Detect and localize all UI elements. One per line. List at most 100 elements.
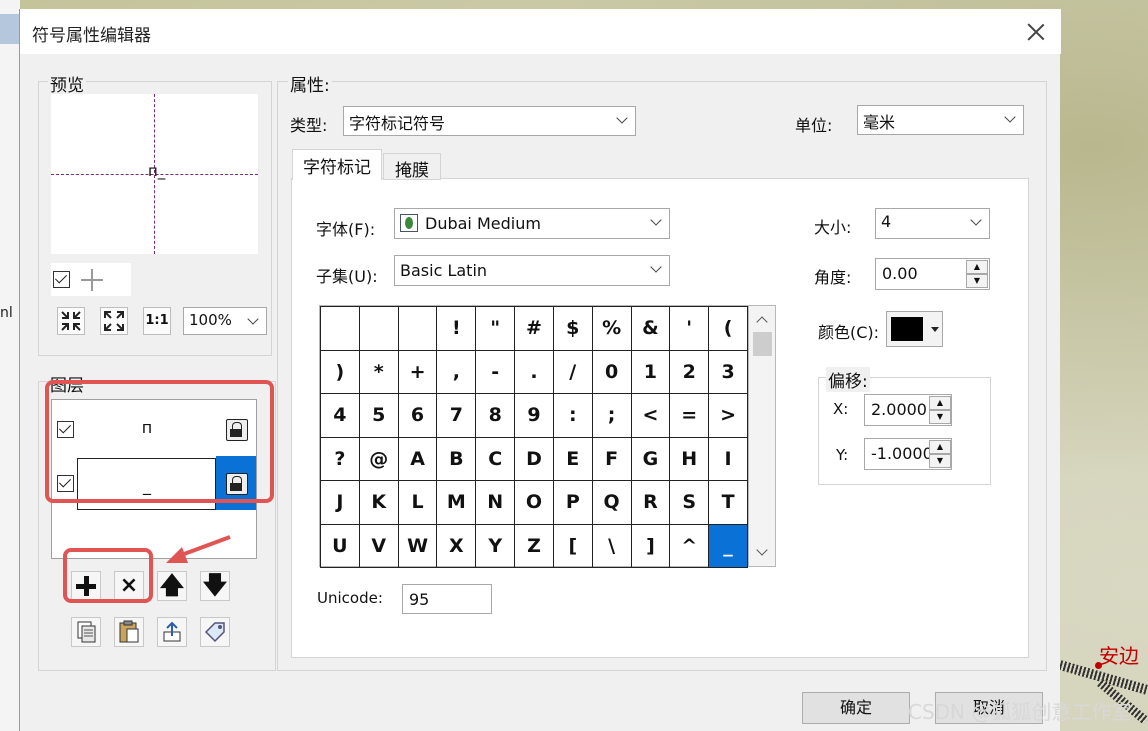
plus-icon[interactable]	[81, 269, 103, 291]
show-crosshair-checkbox[interactable]	[53, 271, 70, 288]
char-cell[interactable]: #	[514, 306, 554, 351]
offset-x-spinner[interactable]: ▲ ▼	[929, 396, 951, 426]
char-cell[interactable]: C	[475, 436, 516, 481]
char-cell[interactable]: 2	[669, 349, 710, 394]
char-cell[interactable]: 9	[514, 393, 554, 438]
char-cell[interactable]: R	[630, 480, 671, 525]
char-cell[interactable]: ;	[591, 393, 632, 438]
char-cell[interactable]: I	[708, 436, 748, 481]
char-cell[interactable]: K	[358, 480, 399, 525]
zoom-in-button[interactable]	[57, 307, 85, 335]
char-cell[interactable]: D	[514, 436, 554, 481]
subset-dropdown[interactable]: Basic Latin	[394, 255, 670, 286]
offset-y-field[interactable]: -1.0000 ▲ ▼	[864, 438, 952, 470]
angle-field[interactable]: 0.00 ▲ ▼	[875, 258, 990, 290]
offset-y-spinner[interactable]: ▲ ▼	[929, 440, 951, 470]
char-cell[interactable]: @	[358, 436, 399, 481]
char-cell[interactable]: \	[591, 523, 632, 568]
char-cell[interactable]: B	[436, 436, 477, 481]
char-cell[interactable]: O	[514, 480, 554, 525]
char-cell[interactable]: 8	[475, 393, 516, 438]
char-cell[interactable]: P	[552, 480, 593, 525]
char-cell[interactable]: +	[397, 349, 438, 394]
unicode-field[interactable]: 95	[402, 584, 492, 614]
char-cell[interactable]: E	[552, 436, 593, 481]
char-cell[interactable]: T	[708, 480, 748, 525]
char-cell[interactable]: W	[397, 523, 438, 568]
char-cell[interactable]: -	[475, 349, 516, 394]
char-cell[interactable]: &	[630, 306, 671, 351]
char-cell[interactable]	[397, 306, 438, 351]
char-cell[interactable]: S	[669, 480, 710, 525]
char-cell[interactable]: J	[320, 480, 360, 525]
tab-mask[interactable]: 掩膜	[383, 153, 441, 181]
spin-up-icon[interactable]: ▲	[929, 440, 951, 454]
char-cell[interactable]: 4	[320, 393, 360, 438]
char-cell[interactable]: :	[552, 393, 593, 438]
paste-icon[interactable]	[114, 617, 144, 647]
char-cell[interactable]: 7	[436, 393, 477, 438]
font-dropdown[interactable]: Dubai Medium	[394, 208, 670, 239]
scroll-down-icon[interactable]	[756, 544, 768, 556]
one-to-one-button[interactable]: 1:1	[143, 307, 171, 335]
char-cell[interactable]: U	[320, 523, 360, 568]
char-cell[interactable]: >	[708, 393, 748, 438]
type-dropdown[interactable]: 字符标记符号	[343, 106, 636, 136]
char-cell[interactable]: '	[669, 306, 710, 351]
char-cell[interactable]: A	[397, 436, 438, 481]
char-cell[interactable]: V	[358, 523, 399, 568]
color-picker-button[interactable]	[886, 311, 943, 347]
char-cell[interactable]: )	[320, 349, 360, 394]
size-dropdown[interactable]: 4	[875, 208, 990, 239]
unit-dropdown[interactable]: 毫米	[857, 105, 1024, 135]
move-up-button[interactable]: 🡅	[157, 571, 187, 601]
spin-up-icon[interactable]: ▲	[966, 260, 988, 274]
zoom-dropdown[interactable]: 100%	[183, 307, 267, 335]
char-cell[interactable]: $	[552, 306, 593, 351]
char-cell[interactable]: 5	[358, 393, 399, 438]
char-cell[interactable]: .	[514, 349, 554, 394]
spin-down-icon[interactable]: ▼	[929, 410, 951, 424]
offset-x-field[interactable]: 2.0000 ▲ ▼	[864, 394, 952, 426]
char-cell[interactable]: G	[630, 436, 671, 481]
spin-down-icon[interactable]: ▼	[966, 274, 988, 288]
char-cell[interactable]: F	[591, 436, 632, 481]
ok-button[interactable]: 确定	[802, 692, 910, 724]
char-cell[interactable]: <	[630, 393, 671, 438]
char-cell[interactable]: ]	[630, 523, 671, 568]
char-cell[interactable]: Q	[591, 480, 632, 525]
char-cell[interactable]: H	[669, 436, 710, 481]
char-cell[interactable]: *	[358, 349, 399, 394]
char-cell[interactable]	[320, 306, 360, 351]
char-cell[interactable]: 6	[397, 393, 438, 438]
move-down-button[interactable]: 🡇	[200, 571, 230, 601]
char-cell[interactable]	[358, 306, 399, 351]
char-cell[interactable]: _	[708, 523, 748, 568]
char-cell[interactable]: (	[708, 306, 748, 351]
char-cell[interactable]: !	[436, 306, 477, 351]
close-icon[interactable]	[1023, 19, 1049, 45]
char-cell[interactable]: /	[552, 349, 593, 394]
char-cell[interactable]: [	[552, 523, 593, 568]
angle-spinner[interactable]: ▲ ▼	[966, 260, 988, 290]
spin-up-icon[interactable]: ▲	[929, 396, 951, 410]
tag-icon[interactable]	[200, 617, 230, 647]
char-cell[interactable]: 0	[591, 349, 632, 394]
char-cell[interactable]: X	[436, 523, 477, 568]
char-cell[interactable]: Y	[475, 523, 516, 568]
char-cell[interactable]: 1	[630, 349, 671, 394]
character-grid-scrollbar[interactable]	[749, 305, 776, 567]
scroll-up-icon[interactable]	[756, 316, 768, 328]
char-cell[interactable]: ^	[669, 523, 710, 568]
char-cell[interactable]: =	[669, 393, 710, 438]
char-cell[interactable]: N	[475, 480, 516, 525]
char-cell[interactable]: L	[397, 480, 438, 525]
reset-icon[interactable]	[157, 617, 187, 647]
char-cell[interactable]: "	[475, 306, 516, 351]
char-cell[interactable]: ,	[436, 349, 477, 394]
zoom-out-button[interactable]	[100, 307, 128, 335]
copy-icon[interactable]	[71, 617, 101, 647]
char-cell[interactable]: %	[591, 306, 632, 351]
spin-down-icon[interactable]: ▼	[929, 454, 951, 468]
tab-character-marker[interactable]: 字符标记	[292, 149, 382, 180]
